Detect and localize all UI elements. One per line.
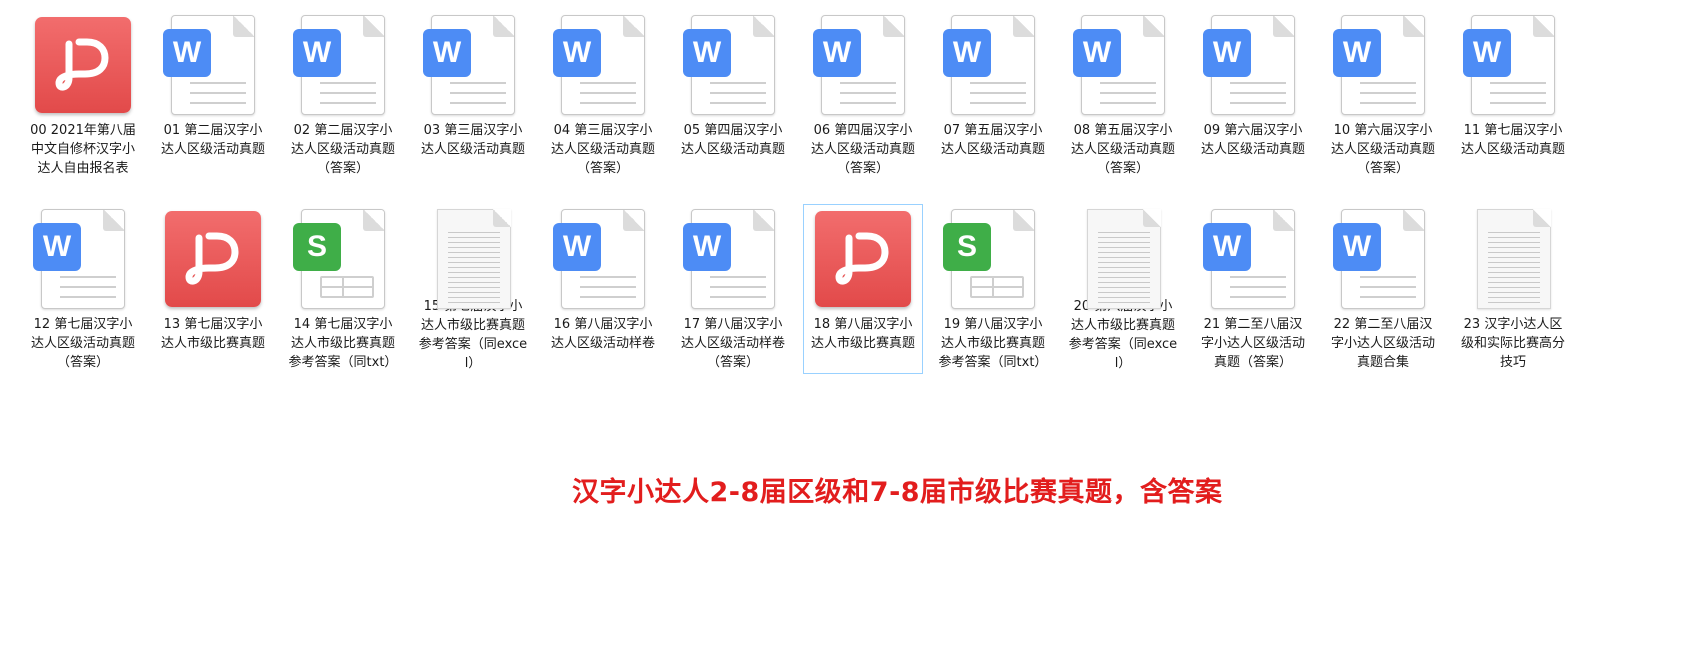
word-file-icon: W — [1333, 209, 1433, 309]
file-name-label: 01 第二届汉字小达人区级活动真题 — [160, 123, 265, 157]
sheet-badge-icon: S — [943, 223, 991, 271]
file-item[interactable]: W 21 第二至八届汉字小达人区级活动真题（答案） — [1193, 204, 1313, 374]
file-name-label: 04 第三届汉字小达人区级活动真题（答案） — [550, 123, 655, 176]
file-item[interactable]: W 22 第二至八届汉字小达人区级活动真题合集 — [1323, 204, 1443, 374]
file-name-label: 09 第六届汉字小达人区级活动真题 — [1200, 123, 1305, 157]
file-name-label: 00 2021年第八届中文自修杯汉字小达人自由报名表 — [30, 123, 136, 176]
file-name-label: 23 汉字小达人区级和实际比赛高分技巧 — [1460, 317, 1565, 370]
word-file-icon: W — [553, 209, 653, 309]
word-badge-icon: W — [1073, 29, 1121, 77]
file-item[interactable]: 15 第七届汉字小达人市级比赛真题参考答案（同excel） — [413, 204, 533, 374]
pdf-file-icon — [813, 209, 913, 309]
pdf-file-icon — [33, 15, 133, 115]
file-name-label: 11 第七届汉字小达人区级活动真题 — [1460, 123, 1565, 157]
word-file-icon: W — [1463, 15, 1563, 115]
file-name-label: 13 第七届汉字小达人市级比赛真题 — [160, 317, 265, 351]
word-badge-icon: W — [683, 29, 731, 77]
file-item[interactable]: 13 第七届汉字小达人市级比赛真题 — [153, 204, 273, 374]
pdf-logo-icon — [55, 38, 109, 91]
word-file-icon: W — [943, 15, 1043, 115]
file-item[interactable]: W 10 第六届汉字小达人区级活动真题（答案） — [1323, 10, 1443, 180]
word-badge-icon: W — [683, 223, 731, 271]
file-item[interactable]: W 03 第三届汉字小达人区级活动真题 — [413, 10, 533, 180]
word-badge-icon: W — [813, 29, 861, 77]
file-name-label: 21 第二至八届汉字小达人区级活动真题（答案） — [1200, 317, 1305, 370]
word-file-icon: W — [1203, 15, 1303, 115]
word-file-icon: W — [163, 15, 263, 115]
file-item[interactable]: W 08 第五届汉字小达人区级活动真题（答案） — [1063, 10, 1183, 180]
file-item[interactable]: 18 第八届汉字小达人市级比赛真题 — [803, 204, 923, 374]
word-file-icon: W — [683, 209, 783, 309]
file-name-label: 07 第五届汉字小达人区级活动真题 — [940, 123, 1045, 157]
file-name-label: 18 第八届汉字小达人市级比赛真题 — [810, 317, 915, 351]
file-name-label: 05 第四届汉字小达人区级活动真题 — [680, 123, 785, 157]
file-item[interactable]: S 19 第八届汉字小达人市级比赛真题参考答案（同txt） — [933, 204, 1053, 374]
file-name-label: 14 第七届汉字小达人市级比赛真题参考答案（同txt） — [288, 317, 398, 370]
file-item[interactable]: W 02 第二届汉字小达人区级活动真题（答案） — [283, 10, 403, 180]
file-grid: 00 2021年第八届中文自修杯汉字小达人自由报名表 W 01 第二届汉字小达人区级… — [18, 10, 1578, 398]
word-badge-icon: W — [1463, 29, 1511, 77]
word-file-icon: W — [423, 15, 523, 115]
file-item[interactable]: W 17 第八届汉字小达人区级活动样卷（答案） — [673, 204, 793, 374]
sheet-badge-icon: S — [293, 223, 341, 271]
file-item[interactable]: W 12 第七届汉字小达人区级活动真题（答案） — [23, 204, 143, 374]
file-item[interactable]: S 14 第七届汉字小达人市级比赛真题参考答案（同txt） — [283, 204, 403, 374]
file-name-label: 03 第三届汉字小达人区级活动真题 — [420, 123, 525, 157]
file-name-label: 16 第八届汉字小达人区级活动样卷 — [550, 317, 655, 351]
word-file-icon: W — [1073, 15, 1173, 115]
word-badge-icon: W — [423, 29, 471, 77]
pdf-logo-icon — [835, 232, 889, 285]
spreadsheet-file-icon: S — [943, 209, 1043, 309]
word-file-icon: W — [1333, 15, 1433, 115]
text-file-icon — [1073, 209, 1173, 309]
file-item[interactable]: 23 汉字小达人区级和实际比赛高分技巧 — [1453, 204, 1573, 374]
word-badge-icon: W — [1203, 29, 1251, 77]
file-name-label: 02 第二届汉字小达人区级活动真题（答案） — [290, 123, 395, 176]
spreadsheet-file-icon: S — [293, 209, 393, 309]
word-file-icon: W — [33, 209, 133, 309]
word-file-icon: W — [813, 15, 913, 115]
file-name-label: 19 第八届汉字小达人市级比赛真题参考答案（同txt） — [938, 317, 1048, 370]
file-item[interactable]: W 09 第六届汉字小达人区级活动真题 — [1193, 10, 1313, 180]
word-badge-icon: W — [293, 29, 341, 77]
pdf-file-icon — [163, 209, 263, 309]
file-item[interactable]: W 05 第四届汉字小达人区级活动真题 — [673, 10, 793, 180]
word-file-icon: W — [293, 15, 393, 115]
file-item[interactable]: 20 第八届汉字小达人市级比赛真题参考答案（同excel） — [1063, 204, 1183, 374]
word-badge-icon: W — [943, 29, 991, 77]
word-file-icon: W — [553, 15, 653, 115]
file-name-label: 10 第六届汉字小达人区级活动真题（答案） — [1330, 123, 1435, 176]
word-file-icon: W — [683, 15, 783, 115]
file-name-label: 12 第七届汉字小达人区级活动真题（答案） — [30, 317, 135, 370]
word-badge-icon: W — [1203, 223, 1251, 271]
file-item[interactable]: W 16 第八届汉字小达人区级活动样卷 — [543, 204, 663, 374]
word-badge-icon: W — [163, 29, 211, 77]
word-badge-icon: W — [33, 223, 81, 271]
word-badge-icon: W — [553, 29, 601, 77]
file-item[interactable]: W 04 第三届汉字小达人区级活动真题（答案） — [543, 10, 663, 180]
word-badge-icon: W — [1333, 223, 1381, 271]
file-item[interactable]: W 01 第二届汉字小达人区级活动真题 — [153, 10, 273, 180]
text-file-icon — [423, 209, 523, 309]
file-name-label: 17 第八届汉字小达人区级活动样卷（答案） — [680, 317, 785, 370]
file-item[interactable]: W 07 第五届汉字小达人区级活动真题 — [933, 10, 1053, 180]
promo-caption: 汉字小达人2-8届区级和7-8届市级比赛真题，含答案 — [572, 477, 1223, 508]
text-file-icon — [1463, 209, 1563, 309]
file-name-label: 06 第四届汉字小达人区级活动真题（答案） — [810, 123, 915, 176]
word-badge-icon: W — [553, 223, 601, 271]
file-name-label: 22 第二至八届汉字小达人区级活动真题合集 — [1330, 317, 1435, 370]
word-file-icon: W — [1203, 209, 1303, 309]
file-item[interactable]: W 11 第七届汉字小达人区级活动真题 — [1453, 10, 1573, 180]
file-item[interactable]: W 06 第四届汉字小达人区级活动真题（答案） — [803, 10, 923, 180]
file-name-label: 08 第五届汉字小达人区级活动真题（答案） — [1070, 123, 1175, 176]
pdf-logo-icon — [185, 232, 239, 285]
word-badge-icon: W — [1333, 29, 1381, 77]
file-item[interactable]: 00 2021年第八届中文自修杯汉字小达人自由报名表 — [23, 10, 143, 180]
